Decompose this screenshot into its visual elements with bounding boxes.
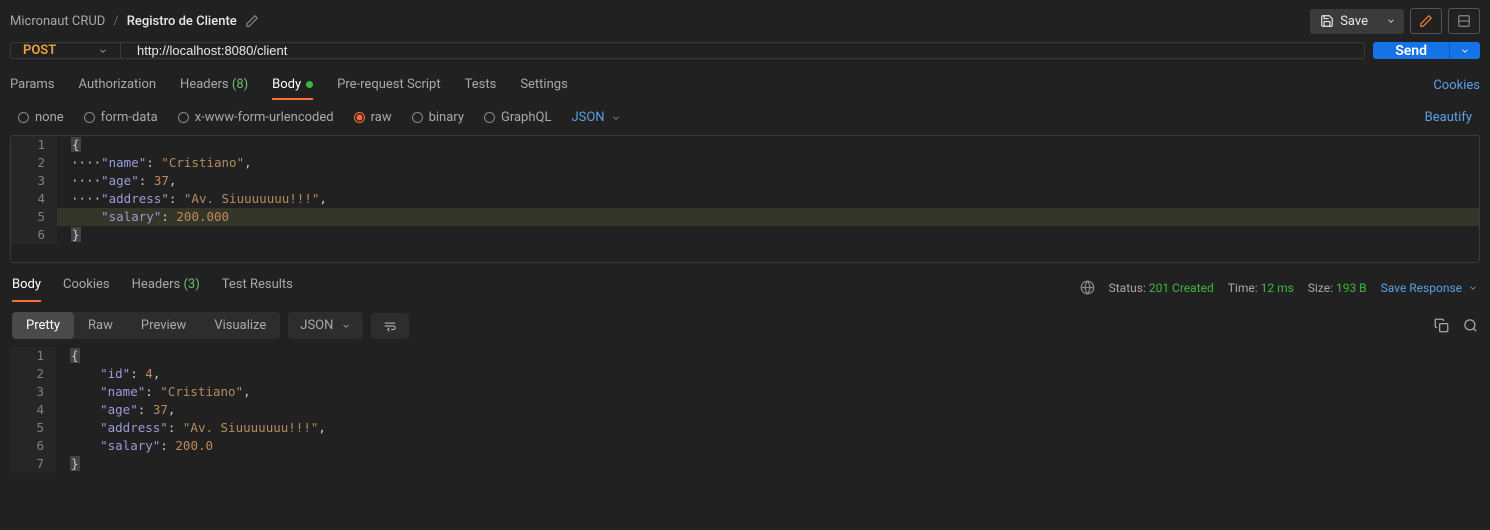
tab-prerequest[interactable]: Pre-request Script xyxy=(337,71,440,100)
method-select[interactable]: POST xyxy=(11,43,121,58)
globe-icon[interactable] xyxy=(1080,280,1095,295)
tab-body[interactable]: Body xyxy=(272,71,313,100)
resp-type-label: JSON xyxy=(300,318,333,333)
radio-xwww-label: x-www-form-urlencoded xyxy=(195,110,334,125)
method-url-bar: POST xyxy=(10,42,1365,59)
save-response-button[interactable]: Save Response xyxy=(1381,281,1478,295)
save-disk-icon xyxy=(1320,14,1334,28)
radio-icon xyxy=(178,112,189,123)
chevron-down-icon xyxy=(98,46,108,56)
pencil-icon[interactable] xyxy=(245,14,259,28)
tab-headers-label: Headers xyxy=(180,77,229,92)
view-pretty[interactable]: Pretty xyxy=(12,312,74,339)
request-body-editor[interactable]: 1{ 2····"name": "Cristiano", 3····"age":… xyxy=(10,135,1480,263)
radio-xwww[interactable]: x-www-form-urlencoded xyxy=(178,110,334,125)
url-input[interactable] xyxy=(121,43,1364,58)
tab-body-label: Body xyxy=(272,77,301,92)
cookies-link[interactable]: Cookies xyxy=(1433,78,1480,93)
view-raw[interactable]: Raw xyxy=(74,312,127,339)
chevron-down-icon xyxy=(1468,283,1478,293)
dot-active-icon xyxy=(306,81,313,88)
size-block: Size: 193 B xyxy=(1308,281,1367,295)
resp-tab-cookies[interactable]: Cookies xyxy=(63,273,110,302)
time-block: Time: 12 ms xyxy=(1228,281,1294,295)
wrap-line-button[interactable] xyxy=(371,313,409,339)
radio-raw-label: raw xyxy=(371,110,392,125)
chevron-down-icon xyxy=(611,113,621,123)
edit-button[interactable] xyxy=(1410,8,1442,34)
resp-tab-headers[interactable]: Headers (3) xyxy=(132,273,200,302)
tab-headers[interactable]: Headers (8) xyxy=(180,71,248,100)
tab-params[interactable]: Params xyxy=(10,71,55,100)
radio-graphql-label: GraphQL xyxy=(501,110,551,125)
radio-none[interactable]: none xyxy=(18,110,64,125)
save-button[interactable]: Save xyxy=(1310,9,1378,34)
body-format-select[interactable]: JSON xyxy=(571,110,620,125)
radio-icon xyxy=(18,112,29,123)
beautify-link[interactable]: Beautify xyxy=(1425,110,1472,125)
save-label: Save xyxy=(1340,14,1368,29)
breadcrumb-sep: / xyxy=(113,14,118,29)
save-dropdown[interactable] xyxy=(1378,9,1404,34)
resp-tab-headers-label: Headers xyxy=(132,277,181,292)
radio-none-label: none xyxy=(35,110,64,125)
radio-icon xyxy=(412,112,423,123)
view-visualize[interactable]: Visualize xyxy=(200,312,280,339)
radio-selected-icon xyxy=(354,112,365,123)
status-block: Status: 201 Created xyxy=(1109,281,1214,295)
wrap-icon xyxy=(383,319,397,333)
chevron-down-icon xyxy=(1386,16,1396,26)
radio-icon xyxy=(84,112,95,123)
radio-graphql[interactable]: GraphQL xyxy=(484,110,551,125)
chevron-down-icon xyxy=(341,321,351,331)
radio-binary[interactable]: binary xyxy=(412,110,464,125)
radio-form-data[interactable]: form-data xyxy=(84,110,158,125)
method-name: POST xyxy=(23,43,56,58)
resp-tab-headers-count: (3) xyxy=(183,277,199,292)
send-button[interactable]: Send xyxy=(1373,42,1449,59)
resp-tab-testresults[interactable]: Test Results xyxy=(222,273,293,302)
radio-icon xyxy=(484,112,495,123)
save-response-label: Save Response xyxy=(1381,281,1462,295)
pencil-icon xyxy=(1419,14,1433,28)
send-dropdown[interactable] xyxy=(1449,42,1480,59)
tab-tests[interactable]: Tests xyxy=(465,71,497,100)
tab-headers-count: (8) xyxy=(232,77,248,92)
body-format-label: JSON xyxy=(571,110,604,125)
breadcrumb-parent[interactable]: Micronaut CRUD xyxy=(10,14,105,29)
chevron-down-icon xyxy=(1460,46,1470,56)
comment-button[interactable] xyxy=(1448,8,1480,34)
send-label: Send xyxy=(1395,43,1427,59)
breadcrumb-current: Registro de Cliente xyxy=(127,14,237,29)
panel-icon xyxy=(1457,14,1471,28)
resp-type-select[interactable]: JSON xyxy=(288,312,363,339)
response-body-viewer[interactable]: 1{ 2 "id": 4, 3 "name": "Cristiano", 4 "… xyxy=(10,347,1480,475)
radio-formdata-label: form-data xyxy=(101,110,158,125)
radio-binary-label: binary xyxy=(429,110,464,125)
search-icon[interactable] xyxy=(1463,318,1478,333)
tab-settings[interactable]: Settings xyxy=(520,71,567,100)
radio-raw[interactable]: raw xyxy=(354,110,392,125)
copy-icon[interactable] xyxy=(1434,318,1449,333)
tab-authorization[interactable]: Authorization xyxy=(79,71,157,100)
view-preview[interactable]: Preview xyxy=(127,312,200,339)
resp-tab-body[interactable]: Body xyxy=(12,273,41,302)
breadcrumb: Micronaut CRUD / Registro de Cliente xyxy=(10,14,259,29)
